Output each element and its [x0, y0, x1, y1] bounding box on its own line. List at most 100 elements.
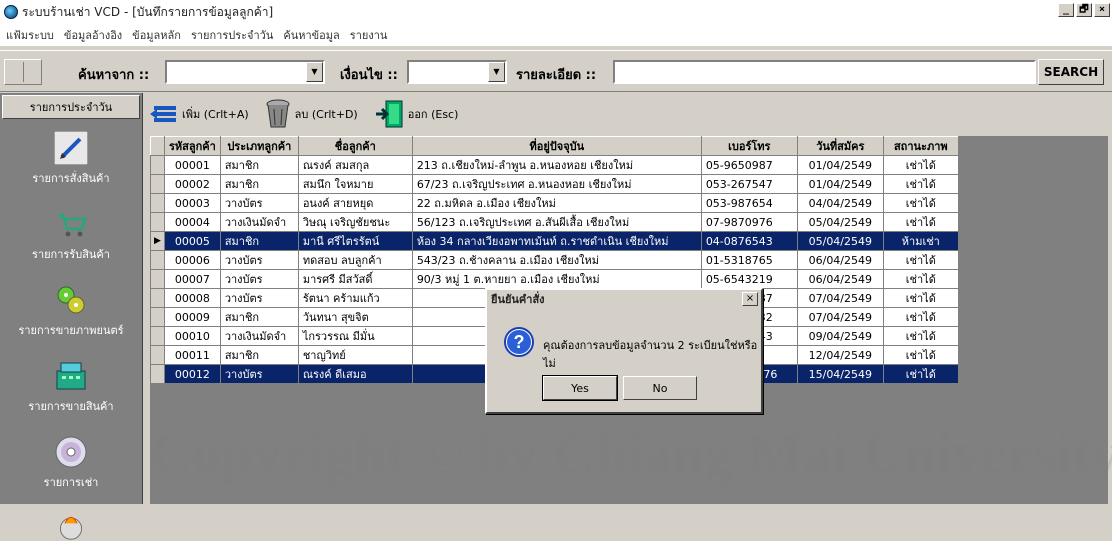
table-cell[interactable]: 90/3 หมู่ 1 ต.หายยา อ.เมือง เชียงใหม่	[411, 269, 702, 289]
table-cell[interactable]: 00011	[164, 345, 221, 365]
table-cell[interactable]: เช่าได้	[882, 288, 959, 308]
sidebar-header[interactable]: รายการประจำวัน	[2, 95, 140, 119]
row-indicator[interactable]	[150, 345, 165, 365]
condition-combo[interactable]: ▼	[407, 60, 507, 84]
table-cell[interactable]: เช่าได้	[882, 155, 959, 175]
table-cell[interactable]: 00005	[164, 231, 221, 251]
table-cell[interactable]: 01-5318765	[700, 250, 798, 270]
table-cell[interactable]: เช่าได้	[882, 307, 959, 327]
table-cell[interactable]: วางบัตร	[219, 269, 299, 289]
search-button[interactable]: SEARCH	[1038, 59, 1104, 85]
search-from-combo[interactable]: ▼	[165, 60, 325, 84]
column-header[interactable]: ประเภทลูกค้า	[219, 136, 299, 156]
exit-button[interactable]: ออก (Esc)	[374, 99, 458, 129]
menu-master-data[interactable]: ข้อมูลหลัก	[132, 26, 181, 44]
table-cell[interactable]: ห้ามเช่า	[882, 231, 959, 251]
table-cell[interactable]: ณรงค์ ดีเสมอ	[297, 364, 413, 384]
chevron-down-icon[interactable]: ▼	[488, 62, 505, 82]
table-row[interactable]: 00003 วางบัตร อนงค์ สายหยุด 22 ถ.มหิดล อ.เม…	[150, 193, 959, 213]
sidebar-item-more[interactable]	[0, 501, 142, 541]
table-cell[interactable]: 00006	[164, 250, 221, 270]
table-cell[interactable]: อนงค์ สายหยุด	[297, 193, 413, 213]
column-header[interactable]: สถานะภาพ	[882, 136, 959, 156]
row-indicator[interactable]	[150, 288, 165, 308]
menu-report[interactable]: รายงาน	[350, 26, 388, 44]
no-button[interactable]: No	[623, 376, 697, 400]
row-indicator[interactable]	[150, 307, 165, 327]
detail-input[interactable]	[613, 60, 1036, 84]
table-cell[interactable]: 67/23 ถ.เจริญประเทศ อ.หนองหอย เชียงใหม่	[411, 174, 702, 194]
menu-system[interactable]: แฟ้มระบบ	[6, 26, 54, 44]
row-indicator[interactable]	[150, 193, 165, 213]
row-indicator[interactable]	[150, 364, 165, 384]
table-cell[interactable]: 01/04/2549	[796, 155, 884, 175]
table-row[interactable]: ▶ 00005 สมาชิก มานี ศรีไตรรัตน์ ห้อง 34 กลาง…	[150, 231, 959, 251]
table-cell[interactable]: เช่าได้	[882, 250, 959, 270]
menu-search[interactable]: ค้นหาข้อมูล	[283, 26, 339, 44]
table-cell[interactable]: วางเงินมัดจำ	[219, 326, 299, 346]
table-cell[interactable]: 05-9650987	[700, 155, 798, 175]
table-cell[interactable]: 07/04/2549	[796, 307, 884, 327]
table-cell[interactable]: 00001	[164, 155, 221, 175]
sidebar-item-receive[interactable]: รายการรับสินค้า	[0, 197, 142, 273]
table-cell[interactable]: 00010	[164, 326, 221, 346]
table-cell[interactable]: สมาชิก	[219, 174, 299, 194]
table-cell[interactable]: 56/123 ถ.เจริญประเทศ อ.สันผีเสื้อ เชียงใ…	[411, 212, 702, 232]
menu-daily[interactable]: รายการประจำวัน	[191, 26, 273, 44]
column-header[interactable]: รหัสลูกค้า	[164, 136, 221, 156]
row-indicator[interactable]	[150, 250, 165, 270]
table-cell[interactable]: 05/04/2549	[796, 231, 884, 251]
table-cell[interactable]: 053-267547	[700, 174, 798, 194]
table-cell[interactable]: เช่าได้	[882, 345, 959, 365]
menu-reference[interactable]: ข้อมูลอ้างอิง	[64, 26, 122, 44]
row-indicator[interactable]	[150, 174, 165, 194]
table-cell[interactable]: 04/04/2549	[796, 193, 884, 213]
table-cell[interactable]: เช่าได้	[882, 326, 959, 346]
yes-button[interactable]: Yes	[542, 375, 618, 401]
table-cell[interactable]: 12/04/2549	[796, 345, 884, 365]
close-button[interactable]: ×	[1094, 3, 1110, 17]
chevron-down-icon[interactable]: ▼	[306, 62, 323, 82]
toolbar-grip[interactable]	[4, 59, 42, 85]
table-cell[interactable]: เช่าได้	[882, 364, 959, 384]
table-cell[interactable]: เช่าได้	[882, 193, 959, 213]
row-indicator[interactable]: ▶	[150, 231, 165, 251]
column-header[interactable]: ชื่อลูกค้า	[297, 136, 413, 156]
table-row[interactable]: 00006 วางบัตร ทดสอบ ลบลูกค้า 543/23 ถ.ช้างค…	[150, 250, 959, 270]
table-cell[interactable]: 213 ถ.เชียงใหม่-ลำพูน อ.หนองหอย เชียงใหม…	[411, 155, 702, 175]
delete-button[interactable]: ลบ (Crlt+D)	[265, 99, 358, 129]
row-indicator[interactable]	[150, 155, 165, 175]
table-row[interactable]: 00004 วางเงินมัดจำ วิษณุ เจริญชัยชนะ 56/123…	[150, 212, 959, 232]
table-cell[interactable]: 07-9870976	[700, 212, 798, 232]
table-cell[interactable]: ชาญวิทย์	[297, 345, 413, 365]
table-cell[interactable]: สมาชิก	[219, 307, 299, 327]
row-indicator[interactable]	[150, 212, 165, 232]
table-cell[interactable]: 00002	[164, 174, 221, 194]
table-cell[interactable]: 05/04/2549	[796, 212, 884, 232]
dialog-close-button[interactable]: ×	[742, 292, 758, 306]
table-cell[interactable]: รัตนา คร้ามแก้ว	[297, 288, 413, 308]
table-cell[interactable]: 053-987654	[700, 193, 798, 213]
table-cell[interactable]: สมาชิก	[219, 345, 299, 365]
table-cell[interactable]: 04-0876543	[700, 231, 798, 251]
table-cell[interactable]: 07/04/2549	[796, 288, 884, 308]
minimize-button[interactable]: _	[1058, 3, 1074, 17]
table-cell[interactable]: 05-6543219	[700, 269, 798, 289]
table-cell[interactable]: เช่าได้	[882, 174, 959, 194]
table-cell[interactable]: 543/23 ถ.ช้างคลาน อ.เมือง เชียงใหม่	[411, 250, 702, 270]
column-header[interactable]: ที่อยู่ปัจจุบัน	[411, 136, 702, 156]
table-cell[interactable]: 00007	[164, 269, 221, 289]
table-cell[interactable]: มารศรี มีสวัสดิ์	[297, 269, 413, 289]
table-cell[interactable]: เช่าได้	[882, 269, 959, 289]
sidebar-item-sell-goods[interactable]: รายการขายสินค้า	[0, 349, 142, 425]
sidebar-item-rent[interactable]: รายการเช่า	[0, 425, 142, 501]
table-cell[interactable]: 00012	[164, 364, 221, 384]
table-cell[interactable]: วางบัตร	[219, 364, 299, 384]
column-header[interactable]: เบอร์โทร	[700, 136, 798, 156]
table-cell[interactable]: 06/04/2549	[796, 269, 884, 289]
table-cell[interactable]: 09/04/2549	[796, 326, 884, 346]
add-button[interactable]: เพิ่ม (Crlt+A)	[150, 103, 249, 125]
table-cell[interactable]: 22 ถ.มหิดล อ.เมือง เชียงใหม่	[411, 193, 702, 213]
table-cell[interactable]: 15/04/2549	[796, 364, 884, 384]
table-cell[interactable]: วันทนา สุขจิต	[297, 307, 413, 327]
